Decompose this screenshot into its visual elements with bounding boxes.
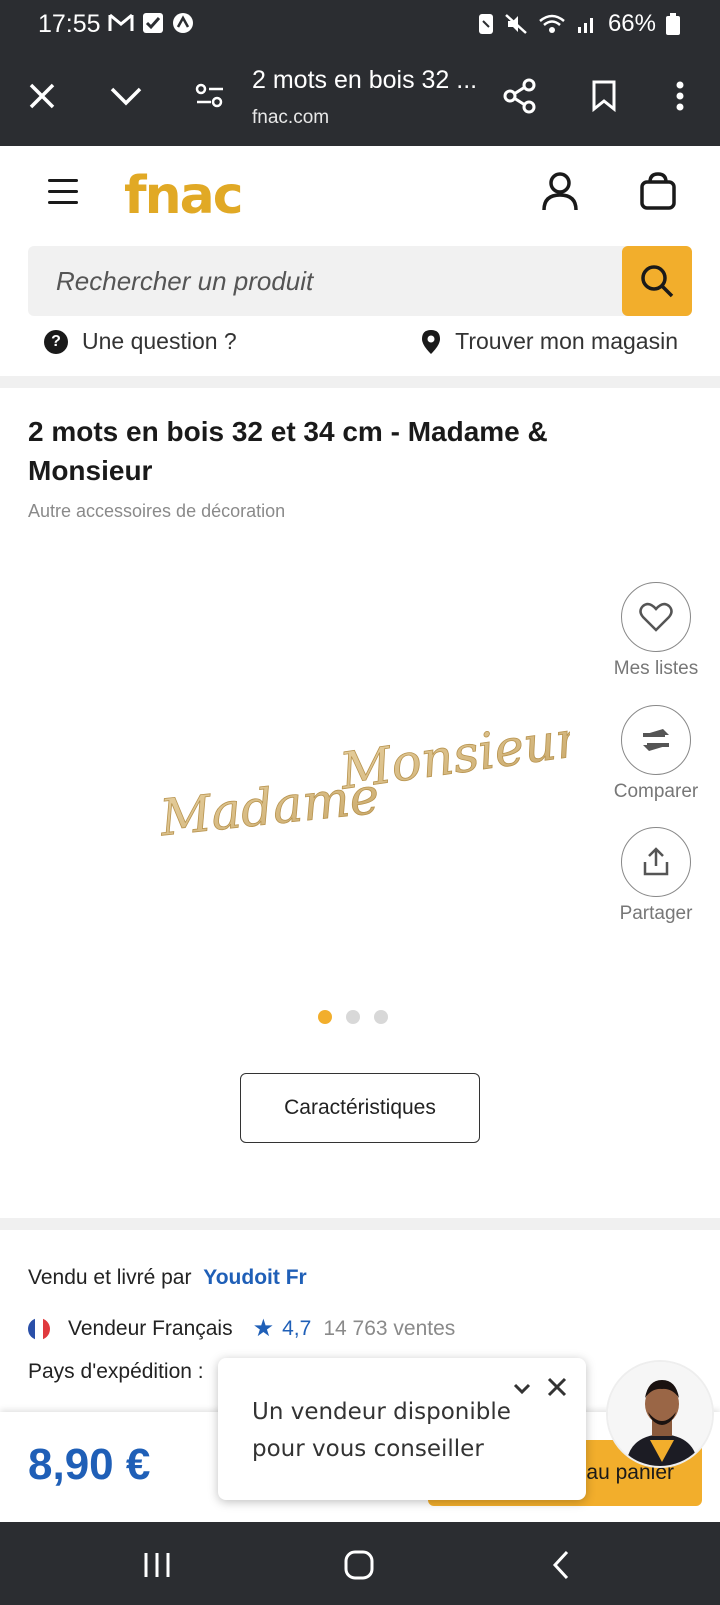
chat-message: Un vendeur disponible pour vous conseill…: [252, 1399, 511, 1462]
section-divider: [0, 376, 720, 388]
compare-arrows-icon: [643, 729, 669, 751]
menu-line: [48, 190, 78, 193]
share-label: Partager: [619, 903, 693, 924]
carousel-dot[interactable]: [374, 1010, 388, 1024]
chat-popup[interactable]: Un vendeur disponible pour vous conseill…: [218, 1358, 586, 1500]
carousel-dot-active[interactable]: [318, 1010, 332, 1024]
recent-apps-button[interactable]: [132, 1540, 182, 1590]
search-box: [28, 246, 692, 316]
battery-percentage: 66%: [607, 10, 656, 37]
more-vertical-icon: [676, 81, 684, 111]
image-carousel-dots: [318, 1010, 388, 1024]
recent-apps-icon: [144, 1553, 170, 1577]
vpn-icon: [173, 13, 193, 33]
status-right-icons: 66%: [478, 10, 680, 38]
compare-label: Comparer: [613, 781, 699, 802]
status-time: 17:55: [38, 10, 101, 38]
battery-icon: [666, 13, 680, 35]
share-product-button[interactable]: [621, 827, 691, 897]
page-url: fnac.com: [252, 107, 330, 128]
compare-button[interactable]: [621, 705, 691, 775]
help-link[interactable]: ? Une question ?: [44, 328, 237, 355]
chat-close-button[interactable]: [544, 1374, 570, 1400]
store-label: Trouver mon magasin: [455, 328, 678, 354]
product-title: 2 mots en bois 32 et 34 cm - Madame & Mo…: [28, 416, 548, 486]
seller-name-link[interactable]: Youdoit Fr: [203, 1266, 306, 1289]
seller-type: Vendeur Français: [68, 1316, 233, 1340]
gmail-icon: [108, 13, 134, 31]
signal-icon: [577, 18, 593, 33]
nfc-icon: [478, 14, 493, 34]
menu-button[interactable]: [48, 179, 78, 205]
wishlist-button[interactable]: [621, 582, 691, 652]
seller-line: Vendu et livré par Youdoit Fr: [28, 1266, 307, 1290]
agent-avatar-image: [608, 1362, 712, 1466]
browser-toolbar: 2 mots en bois 32 ... fnac.com: [0, 46, 720, 146]
close-icon: [547, 1377, 567, 1397]
seller-info: Vendeur Français ★ 4,7 14 763 ventes: [28, 1314, 455, 1343]
seller-rating: 4,7: [282, 1316, 312, 1340]
status-left-icons: [108, 12, 194, 34]
french-flag-icon: [28, 1317, 50, 1340]
mute-icon: [505, 14, 527, 34]
settings-sliders-icon: [195, 83, 223, 108]
carousel-dot[interactable]: [346, 1010, 360, 1024]
menu-line: [48, 179, 78, 182]
menu-line: [48, 201, 78, 204]
user-icon: [542, 172, 578, 211]
product-price: 8,90 €: [28, 1440, 151, 1489]
heart-icon: [639, 602, 673, 632]
status-bar: 17:55 66%: [0, 0, 720, 46]
star-icon: ★: [252, 1315, 275, 1342]
wifi-icon: [539, 14, 565, 33]
minimize-button[interactable]: [102, 72, 150, 120]
page-title: 2 mots en bois 32 ...: [252, 66, 478, 94]
section-divider: [0, 1218, 720, 1230]
wishlist-action[interactable]: Mes listes: [596, 582, 716, 680]
home-icon: [344, 1550, 374, 1580]
compare-action[interactable]: Comparer: [596, 705, 716, 803]
chat-agent-avatar[interactable]: [606, 1360, 714, 1468]
product-image[interactable]: Monsieur Madame: [150, 700, 570, 860]
site-header: fnac ? Une question ? Trouver mon magasi…: [0, 146, 720, 376]
close-tab-button[interactable]: [18, 72, 66, 120]
home-button[interactable]: [334, 1540, 384, 1590]
share-icon: [503, 78, 536, 114]
fnac-logo[interactable]: fnac: [124, 166, 244, 226]
chevron-down-icon: [110, 87, 142, 106]
help-row: ? Une question ? Trouver mon magasin: [0, 324, 720, 370]
system-navigation-bar: [0, 1522, 720, 1605]
location-pin-icon: [422, 329, 441, 354]
site-settings-button[interactable]: [186, 72, 234, 120]
chevron-down-icon: [513, 1383, 531, 1395]
chat-collapse-button[interactable]: [510, 1376, 534, 1400]
back-button[interactable]: [536, 1540, 586, 1590]
store-locator-link[interactable]: Trouver mon magasin: [421, 328, 678, 355]
bookmark-icon: [592, 80, 616, 112]
shopping-bag-icon: [640, 172, 676, 210]
seller-prefix: Vendu et livré par: [28, 1266, 192, 1289]
product-category[interactable]: Autre accessoires de décoration: [28, 501, 285, 522]
account-button[interactable]: [538, 170, 582, 214]
more-options-button[interactable]: [656, 72, 704, 120]
share-action[interactable]: Partager: [596, 827, 716, 925]
close-icon: [29, 83, 55, 109]
share-page-button[interactable]: [496, 72, 544, 120]
search-input[interactable]: [28, 246, 622, 316]
bookmark-button[interactable]: [580, 72, 628, 120]
wishlist-label: Mes listes: [613, 658, 699, 679]
seller-sales-count: 14 763 ventes: [323, 1316, 456, 1340]
back-icon: [552, 1550, 569, 1580]
question-icon: ?: [44, 329, 68, 354]
upload-share-icon: [643, 847, 669, 876]
cart-button[interactable]: [636, 170, 680, 214]
specifications-button[interactable]: Caractéristiques: [240, 1073, 480, 1143]
shipping-country-label: Pays d'expédition :: [28, 1360, 204, 1383]
product-image-word-madame: Madame: [156, 767, 382, 848]
search-button[interactable]: [622, 246, 692, 316]
search-icon: [641, 265, 674, 298]
checkbox-icon: [143, 13, 163, 33]
help-label: Une question ?: [82, 328, 237, 354]
